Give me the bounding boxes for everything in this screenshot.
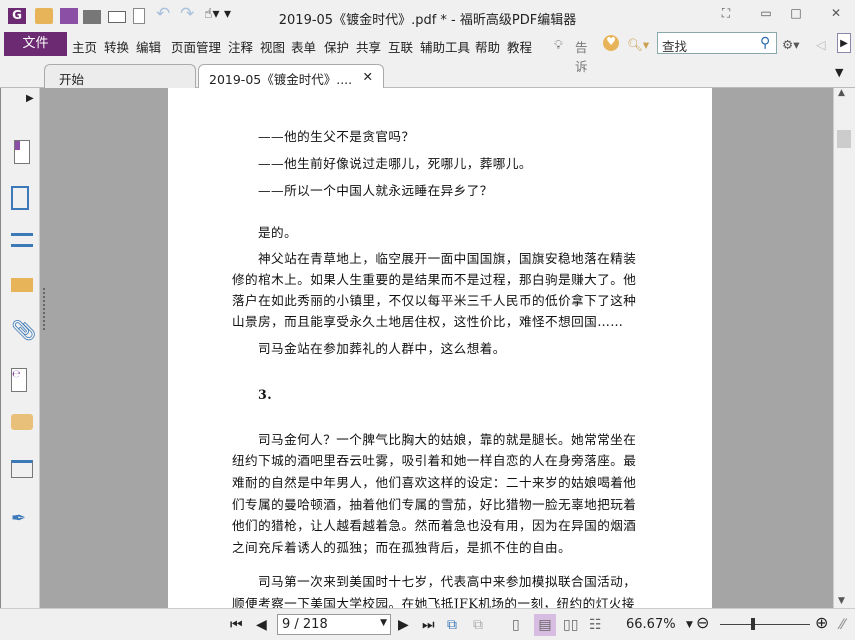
zoom-level[interactable]: 66.67% bbox=[626, 617, 676, 632]
menu-convert[interactable]: 转换 bbox=[104, 37, 129, 56]
lock-icon[interactable] bbox=[11, 414, 33, 430]
tab-list-dropdown-icon[interactable]: ▼ bbox=[835, 66, 843, 79]
scrollbar-thumb[interactable] bbox=[837, 130, 851, 148]
menu-edit[interactable]: 编辑 bbox=[136, 37, 161, 56]
pdf-page: ——他的生父不是贪官吗？ ——他生前好像说过走哪儿，死哪儿，葬哪儿。 ——所以一… bbox=[168, 88, 712, 608]
text-line: 司马金站在参加葬礼的人群中，这么想着。 bbox=[258, 341, 506, 356]
continuous-page-icon[interactable]: ▤ bbox=[534, 614, 556, 636]
vertical-scrollbar[interactable]: ▲ ▼ bbox=[833, 88, 855, 608]
folder-search-icon[interactable]: 🔍︎▾ bbox=[627, 37, 649, 53]
resize-grip-icon[interactable]: ⁄⁄ bbox=[840, 617, 845, 633]
text-line: 山景房，而且能享受永久土地居住权，这性价比，难怪不想回国…… bbox=[232, 314, 624, 329]
text-line: 修的棺木上。如果人生重要的是结果而不是过程，那白驹是赚大了。他 bbox=[232, 272, 637, 287]
panel-resize-handle[interactable] bbox=[43, 288, 46, 330]
single-page-icon[interactable]: ▯ bbox=[512, 617, 520, 633]
zoom-out-button[interactable]: ⊖ bbox=[696, 613, 709, 632]
signature-icon[interactable]: ℮ bbox=[11, 368, 27, 392]
menu-help[interactable]: 帮助 bbox=[475, 37, 500, 56]
minimize-button[interactable]: ▭ bbox=[756, 6, 776, 22]
search-input[interactable]: 查找 bbox=[657, 32, 777, 54]
fullscreen-icon[interactable]: ⛶ bbox=[716, 6, 736, 22]
bookmark-icon[interactable] bbox=[14, 140, 30, 164]
menu-accessibility[interactable]: 辅助工具 bbox=[420, 37, 470, 56]
menu-home[interactable]: 主页 bbox=[72, 37, 97, 56]
scroll-right-button[interactable]: ▶ bbox=[837, 33, 851, 53]
menu-bar: 文件 主页 转换 编辑 页面管理 注释 视图 表单 保护 共享 互联 辅助工具 … bbox=[0, 32, 855, 74]
text-line: 纽约下城的酒吧里吞云吐雾，吸引着和她一样自恋的人在身旁落座。最 bbox=[232, 453, 637, 468]
text-line: 难耐的自然是中年男人，他们喜欢这样的设定：二十来岁的姑娘喝着他 bbox=[232, 475, 637, 490]
comments-icon[interactable] bbox=[11, 278, 33, 292]
previous-page-button[interactable]: ◀ bbox=[256, 617, 267, 633]
next-view-icon[interactable]: ⧉ bbox=[473, 617, 483, 633]
settings-icon[interactable]: ⚙▾ bbox=[782, 37, 799, 52]
menu-page-management[interactable]: 页面管理 bbox=[171, 37, 221, 56]
tab-document[interactable]: 2019-05《镀金时代》.... ✕ bbox=[198, 64, 384, 88]
menu-view[interactable]: 视图 bbox=[260, 37, 285, 56]
page-number: 9 / 218 bbox=[282, 617, 328, 632]
text-line: 落户在如此秀丽的小镇里，不仅以每平米三千人民币的低价拿下了这种 bbox=[232, 293, 637, 308]
text-line: 司马金何人？一个脾气比胸大的姑娘，靠的就是腿长。她常常坐在 bbox=[258, 432, 637, 447]
tab-bar: 开始 2019-05《镀金时代》.... ✕ ▼ bbox=[0, 56, 855, 88]
attachment-icon[interactable]: 📎︎ bbox=[11, 318, 36, 342]
layers-icon[interactable] bbox=[11, 233, 33, 247]
last-page-button[interactable]: ⏭ bbox=[422, 617, 435, 633]
two-page-icon[interactable]: ▯▯ bbox=[563, 617, 578, 633]
menu-form[interactable]: 表单 bbox=[291, 37, 316, 56]
scroll-down-icon[interactable]: ▼ bbox=[838, 596, 845, 606]
menu-connect[interactable]: 互联 bbox=[388, 37, 413, 56]
text-line: ——所以一个中国人就永远睡在异乡了？ bbox=[258, 183, 493, 198]
zoom-dropdown-icon[interactable]: ▼ bbox=[686, 620, 693, 630]
menu-comment[interactable]: 注释 bbox=[228, 37, 253, 56]
text-line: 之间充斥着诱人的孤独；而在孤独背后，是抓不住的自由。 bbox=[232, 540, 572, 555]
menu-share[interactable]: 共享 bbox=[356, 37, 381, 56]
heart-icon[interactable]: ♥ bbox=[603, 35, 619, 51]
text-line: 他们的猎枪，让人越看越着急。然而着急也没有用，因为在异国的烟酒 bbox=[232, 518, 637, 533]
page-number-input[interactable]: 9 / 218 ▼ bbox=[277, 614, 391, 635]
next-page-button[interactable]: ▶ bbox=[398, 617, 409, 633]
text-line: 神父站在青草地上，临空展开一面中国国旗，国旗安稳地落在精装 bbox=[258, 251, 637, 266]
text-line: 们专属的曼哈顿酒，抽着他们专属的雪茄，好比猎物一脸无辜地把玩着 bbox=[232, 497, 637, 512]
maximize-button[interactable]: □ bbox=[786, 6, 806, 22]
text-line: ——他的生父不是贪官吗？ bbox=[258, 129, 415, 144]
expand-panel-icon[interactable]: ▶ bbox=[26, 93, 34, 104]
zoom-in-button[interactable]: ⊕ bbox=[815, 613, 828, 632]
previous-view-icon[interactable]: ⧉ bbox=[447, 617, 457, 633]
text-line: 司马第一次来到美国时十七岁，代表高中来参加模拟联合国活动， bbox=[258, 574, 637, 589]
status-bar: ⏮ ◀ 9 / 218 ▼ ▶ ⏭ ⧉ ⧉ ▯ ▤ ▯▯ ☷ 66.67% ▼ ⊖… bbox=[0, 608, 855, 640]
text-line: ——他生前好像说过走哪儿，死哪儿，葬哪儿。 bbox=[258, 156, 532, 171]
close-button[interactable]: ✕ bbox=[826, 6, 846, 22]
text-line: 顺便考察一下美国大学校园。在她飞抵JFK机场的一刻，纽约的灯火接 bbox=[232, 596, 635, 608]
scroll-up-icon[interactable]: ▲ bbox=[838, 88, 845, 98]
sign-certificate-icon[interactable]: ✒ bbox=[11, 508, 33, 532]
text-line: 是的。 bbox=[258, 225, 298, 240]
title-bar: G ↶ ↷ ☝▾ ▾ 2019-05《镀金时代》.pdf * - 福昕高级PDF… bbox=[0, 0, 855, 32]
page-thumbnails-icon[interactable] bbox=[11, 186, 29, 210]
form-fields-icon[interactable] bbox=[11, 460, 33, 478]
close-tab-icon[interactable]: ✕ bbox=[363, 69, 373, 84]
zoom-slider-thumb[interactable] bbox=[751, 618, 755, 630]
lightbulb-icon[interactable]: 💡︎ bbox=[554, 37, 563, 53]
section-heading: 3. bbox=[258, 387, 273, 402]
navigation-panel: ▶ 📎︎ ℮ ✒ bbox=[0, 88, 40, 608]
zoom-slider[interactable] bbox=[720, 624, 810, 625]
search-icon[interactable]: ⚲ bbox=[760, 35, 770, 51]
tab-document-label: 2019-05《镀金时代》.... bbox=[209, 72, 353, 87]
menu-protect[interactable]: 保护 bbox=[324, 37, 349, 56]
two-page-continuous-icon[interactable]: ☷ bbox=[589, 617, 602, 633]
first-page-button[interactable]: ⏮ bbox=[230, 617, 243, 633]
menu-file[interactable]: 文件 bbox=[4, 32, 67, 56]
scroll-left-icon[interactable]: ◁ bbox=[816, 37, 826, 52]
tab-start[interactable]: 开始 bbox=[44, 64, 196, 88]
menu-tutorial[interactable]: 教程 bbox=[507, 37, 532, 56]
